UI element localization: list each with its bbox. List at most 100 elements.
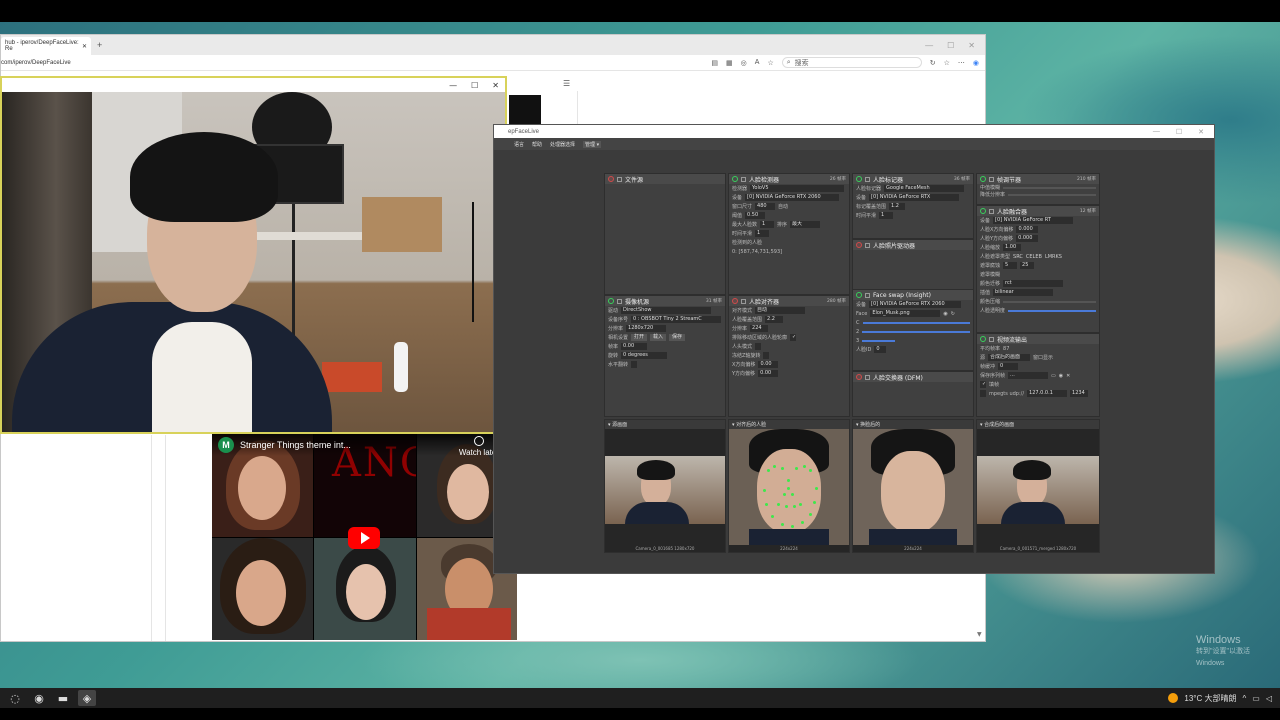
weather-text[interactable]: 13°C 大部晴朗 [1184,693,1236,704]
read-aloud-icon[interactable]: A [755,59,760,66]
minimize-button[interactable]: — [1153,128,1160,136]
align-mode-select[interactable]: 自动 [755,307,806,314]
load-button[interactable]: 载入 [650,334,667,341]
favorite-star-icon[interactable]: ☆ [767,59,773,67]
close-icon[interactable]: ✕ [1066,373,1070,379]
checkbox[interactable] [865,292,870,298]
marker-smooth-input[interactable]: 1 [879,212,894,219]
network-icon[interactable]: ▭ [1252,694,1260,703]
device-select[interactable]: [0] NVIDIA GeForce RTX 2060 [869,301,962,308]
resolution-input[interactable]: 224 [750,325,769,332]
minimize-button[interactable]: — [925,41,933,50]
mpegts-checkbox[interactable] [980,390,986,397]
checkbox[interactable] [617,298,622,304]
weather-icon[interactable] [1168,693,1179,703]
mpegts-ip-input[interactable]: 127.0.0.1 [1027,390,1068,397]
driver-select[interactable]: DirectShow [621,307,712,314]
power-icon[interactable] [732,176,738,182]
offset-x-input[interactable]: 0.000 [1016,226,1039,233]
detector-select[interactable]: YoloV5 [750,185,845,192]
face-select[interactable]: Elon_Musk.png [870,310,941,317]
more-icon[interactable]: ⋯ [958,59,965,67]
refresh-icon[interactable]: ↻ [951,311,955,317]
coverage-input[interactable]: 2.2 [765,316,784,323]
menu-processor[interactable]: 处理器选择 [550,141,575,148]
url-field[interactable]: com/iperov/DeepFaceLive [1,60,71,66]
power-icon[interactable] [980,176,986,182]
median-blur-slider[interactable] [1003,186,1096,189]
offset-y-input[interactable]: 0.000 [1016,235,1039,242]
start-icon[interactable]: ◌ [6,690,24,706]
translate-icon[interactable]: ◎ [741,59,747,67]
search-box[interactable]: ⌕ 搜索 [781,57,922,68]
save-path-input[interactable]: ... [1008,372,1049,379]
mpegts-port-input[interactable]: 1234 [1070,390,1089,397]
close-tab-icon[interactable]: ✕ [82,43,87,50]
interpolation-select[interactable]: bilinear [993,289,1054,296]
marker-type-select[interactable]: Google FaceMesh [884,185,965,192]
fill-frames-checkbox[interactable]: ✓ [980,381,986,388]
maximize-button[interactable]: ☐ [471,81,478,90]
mask-celeb-checkbox[interactable]: CELEB [1026,254,1042,260]
source-select[interactable]: 合成后的画面 [988,354,1031,361]
close-button[interactable]: ✕ [492,81,499,90]
mask-lmrks-checkbox[interactable]: LMRKS [1045,254,1062,260]
mask-src-checkbox[interactable]: SRC [1013,254,1023,260]
window-display-label[interactable]: 窗口显示 [1033,354,1053,361]
blur-input[interactable]: 25 [1020,262,1035,269]
head-mode-checkbox[interactable] [755,343,762,350]
youtube-video-embed[interactable]: ANG M Stranger Things theme int... Watch… [212,434,517,640]
flip-checkbox[interactable] [631,361,638,368]
freeze-z-checkbox[interactable] [763,352,770,359]
play-button-icon[interactable] [348,527,380,549]
device-select[interactable]: [0] NVIDIA GeForce RT [993,217,1074,224]
power-icon[interactable] [856,292,862,298]
checkbox[interactable] [617,176,622,182]
marker-coverage-input[interactable]: 1.2 [889,203,906,210]
obs-icon[interactable]: ◉ [30,690,48,706]
channel-avatar[interactable]: M [218,437,234,453]
scroll-down-arrow[interactable]: ▼ [977,631,982,638]
eye-icon[interactable]: ◉ [943,311,947,317]
checkbox[interactable] [865,374,870,380]
max-faces-input[interactable]: 1 [760,221,775,228]
resolution-select[interactable]: 1280x720 [626,325,667,332]
copilot-icon[interactable]: ◉ [973,59,979,67]
opacity-slider[interactable] [1008,309,1096,312]
buffer-input[interactable]: 0 [998,363,1019,370]
checkbox[interactable] [989,336,994,342]
favorites-icon[interactable]: ☆ [944,59,950,67]
checkbox[interactable] [865,242,870,248]
checkbox[interactable] [741,176,746,182]
minimize-button[interactable]: — [449,81,457,90]
device-select[interactable]: 0 : OBSBOT Tiny 2 StreamC [631,316,722,323]
grid-icon[interactable]: ▦ [726,59,733,67]
maximize-button[interactable]: ☐ [947,41,954,50]
power-icon[interactable] [980,208,986,214]
volume-icon[interactable]: ◁ [1266,694,1272,703]
browser-tab[interactable]: hub - iperov/DeepFaceLive: Re ✕ [1,37,91,55]
device-select[interactable]: [0] NVIDIA GeForce RTX [869,194,960,201]
scale-input[interactable]: 1.00 [1003,244,1022,251]
video-title[interactable]: Stranger Things theme int... [240,440,351,450]
refresh-icon[interactable]: ↻ [930,59,936,67]
threshold-input[interactable]: 0.50 [745,212,766,219]
power-icon[interactable] [856,242,862,248]
device-select[interactable]: [0] NVIDIA GeForce RTX 2060 [745,194,840,201]
checkbox[interactable] [741,298,746,304]
window-size-select[interactable]: 480 [755,203,776,210]
menu-manage[interactable]: 管理 ▾ [583,140,602,148]
show-hidden-icons[interactable]: ^ [1243,694,1247,703]
new-tab-button[interactable]: + [97,40,102,50]
fps-input[interactable]: 0.00 [621,343,648,350]
checkbox[interactable] [989,176,994,182]
y-offset-input[interactable]: 0.00 [758,370,779,377]
deepfacelive-icon[interactable]: ◈ [78,690,96,706]
maximize-button[interactable]: ☐ [1176,128,1182,136]
channel-3-slider[interactable] [862,339,895,342]
folder-icon[interactable]: ▭ [1051,373,1056,379]
channel-c-slider[interactable] [862,321,970,324]
color-transfer-select[interactable]: rct [1003,280,1064,287]
close-button[interactable]: ✕ [968,41,975,50]
power-icon[interactable] [980,336,986,342]
